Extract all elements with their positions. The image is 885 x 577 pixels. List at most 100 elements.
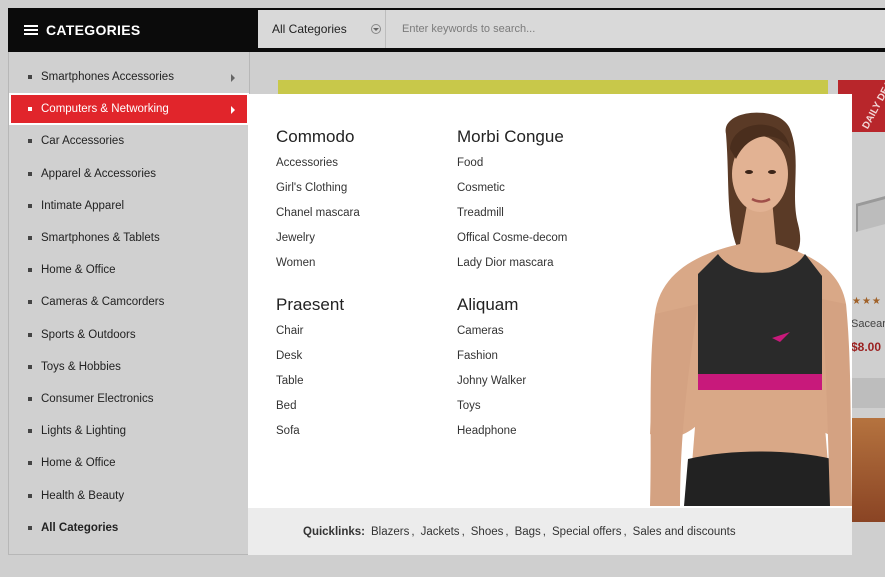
product-name[interactable]: Sacear	[851, 318, 885, 330]
column-title[interactable]: Praesent	[276, 295, 344, 315]
chevron-right-icon	[231, 74, 235, 82]
menu-link[interactable]: Offical Cosme-decom	[457, 231, 567, 256]
sidebar-item-label: Toys & Hobbies	[41, 360, 121, 373]
bullet-icon	[28, 300, 32, 305]
quicklink[interactable]: Bags	[515, 526, 541, 538]
menu-column: Commodo Accessories Girl's Clothing Chan…	[276, 127, 360, 281]
sidebar-item-label: Smartphones Accessories	[41, 71, 174, 84]
sidebar-item-label: Smartphones & Tablets	[41, 232, 160, 245]
bullet-icon	[28, 332, 32, 337]
menu-link[interactable]: Johny Walker	[457, 374, 526, 399]
menu-link[interactable]: Bed	[276, 399, 344, 424]
list-icon	[24, 24, 38, 36]
search-input[interactable]	[386, 10, 885, 48]
quicklink[interactable]: Jackets	[421, 526, 460, 538]
categories-header[interactable]: CATEGORIES	[8, 8, 250, 58]
sidebar-item[interactable]: Cameras & Camcorders	[9, 286, 249, 318]
rating-stars: ★★★	[852, 296, 882, 307]
sidebar-item-label: Car Accessories	[41, 135, 125, 148]
bullet-icon	[28, 461, 32, 466]
sidebar-item[interactable]: Car Accessories	[9, 125, 249, 157]
menu-link[interactable]: Cameras	[457, 324, 526, 349]
sidebar-item-label: Intimate Apparel	[41, 199, 125, 212]
menu-link[interactable]: Table	[276, 374, 344, 399]
sidebar-item-label: Apparel & Accessories	[41, 167, 157, 180]
category-select-value: All Categories	[272, 22, 347, 36]
menu-link[interactable]: Sofa	[276, 424, 344, 449]
search-bar: All Categories	[258, 10, 885, 48]
bullet-icon	[28, 396, 32, 401]
sidebar-item-label: All Categories	[41, 521, 119, 534]
sidebar-item[interactable]: Apparel & Accessories	[9, 158, 249, 190]
product-price: $8.00	[851, 340, 882, 354]
sidebar-item[interactable]: Sports & Outdoors	[9, 319, 249, 351]
category-list: Smartphones Accessories Computers & Netwo…	[9, 52, 249, 544]
chevron-right-icon	[231, 106, 235, 115]
bullet-icon	[28, 107, 32, 112]
categories-title: CATEGORIES	[46, 22, 141, 38]
sidebar-item[interactable]: Home & Office	[9, 447, 249, 479]
sidebar-item[interactable]: Smartphones Accessories	[9, 61, 249, 93]
bullet-icon	[28, 75, 32, 80]
sidebar-item-label: Computers & Networking	[41, 103, 169, 116]
sidebar-item[interactable]: Lights & Lighting	[9, 415, 249, 447]
sidebar-item[interactable]: Health & Beauty	[9, 479, 249, 511]
sidebar-item-label: Cameras & Camcorders	[41, 296, 165, 309]
sidebar-item[interactable]: Toys & Hobbies	[9, 351, 249, 383]
column-title[interactable]: Morbi Congue	[457, 127, 567, 147]
sidebar-item[interactable]: Computers & Networking	[9, 93, 249, 126]
menu-link[interactable]: Girl's Clothing	[276, 181, 360, 206]
quicklinks-bar: Quicklinks: Blazers, Jackets, Shoes, Bag…	[248, 508, 852, 555]
sidebar-item-label: Home & Office	[41, 264, 116, 277]
menu-link[interactable]: Chanel mascara	[276, 206, 360, 231]
menu-link[interactable]: Chair	[276, 324, 344, 349]
model-image	[650, 112, 852, 506]
menu-link[interactable]: Women	[276, 256, 360, 281]
banner-strip	[278, 80, 828, 94]
quicklink[interactable]: Sales and discounts	[633, 526, 736, 538]
bullet-icon	[28, 429, 32, 434]
quicklinks-label: Quicklinks:	[303, 525, 365, 538]
sidebar-item-label: Consumer Electronics	[41, 392, 154, 405]
category-sidebar: Smartphones Accessories Computers & Netwo…	[8, 52, 250, 555]
bullet-icon	[28, 139, 32, 144]
sidebar-item-label: Lights & Lighting	[41, 425, 127, 438]
daily-deals-label: DAILY DEALS	[860, 80, 885, 132]
quicklink[interactable]: Special offers	[552, 526, 621, 538]
bullet-icon	[28, 236, 32, 241]
quicklink[interactable]: Shoes	[471, 526, 504, 538]
promo-thumbnail[interactable]	[851, 418, 885, 522]
category-select[interactable]: All Categories	[258, 10, 386, 48]
menu-link[interactable]: Accessories	[276, 156, 360, 181]
menu-link[interactable]: Lady Dior mascara	[457, 256, 567, 281]
bullet-icon	[28, 525, 32, 530]
sidebar-item[interactable]: Consumer Electronics	[9, 383, 249, 415]
menu-link[interactable]: Desk	[276, 349, 344, 374]
sidebar-item[interactable]: Home & Office	[9, 254, 249, 286]
menu-link[interactable]: Toys	[457, 399, 526, 424]
column-title[interactable]: Commodo	[276, 127, 360, 147]
menu-link[interactable]: Fashion	[457, 349, 526, 374]
menu-link[interactable]: Cosmetic	[457, 181, 567, 206]
menu-link[interactable]: Headphone	[457, 424, 526, 449]
column-title[interactable]: Aliquam	[457, 295, 526, 315]
menu-column: Praesent Chair Desk Table Bed Sofa	[276, 295, 344, 449]
mega-menu-panel: Commodo Accessories Girl's Clothing Chan…	[248, 94, 852, 555]
menu-link[interactable]: Jewelry	[276, 231, 360, 256]
bullet-icon	[28, 171, 32, 176]
bullet-icon	[28, 364, 32, 369]
sidebar-item-label: Home & Office	[41, 457, 116, 470]
menu-link[interactable]: Treadmill	[457, 206, 567, 231]
quicklink[interactable]: Blazers	[371, 526, 409, 538]
menu-column: Aliquam Cameras Fashion Johny Walker Toy…	[457, 295, 526, 449]
sidebar-item[interactable]: Smartphones & Tablets	[9, 222, 249, 254]
menu-column: Morbi Congue Food Cosmetic Treadmill Off…	[457, 127, 567, 281]
sidebar-item[interactable]: Intimate Apparel	[9, 190, 249, 222]
sidebar-item-label: Health & Beauty	[41, 489, 125, 502]
bullet-icon	[28, 268, 32, 273]
menu-link[interactable]: Food	[457, 156, 567, 181]
sidebar-item[interactable]: All Categories	[9, 512, 249, 544]
bullet-icon	[28, 203, 32, 208]
add-to-cart-bar[interactable]	[851, 378, 885, 408]
chevron-down-icon[interactable]	[371, 24, 381, 34]
